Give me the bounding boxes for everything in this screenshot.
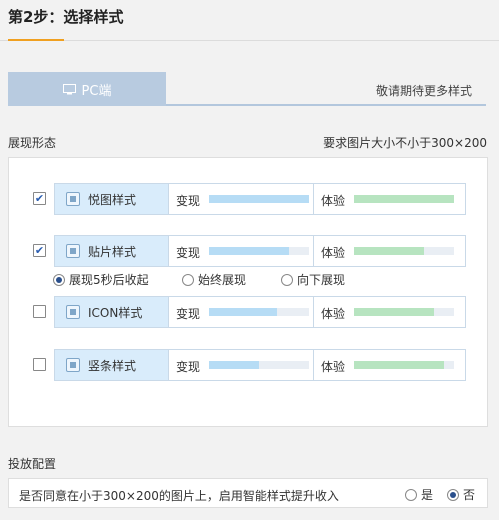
radio-always-show[interactable]: 始终展现 [182, 271, 246, 288]
bianxian-bar [209, 308, 309, 316]
style-card: ICON样式 变现 体验 [54, 296, 466, 328]
style-card: 贴片样式 变现 体验 [54, 235, 466, 267]
style-name-cell: ICON样式 [55, 297, 169, 327]
tiyan-label: 体验 [321, 194, 346, 208]
platform-tabs: PC端 敬请期待更多样式 [8, 72, 486, 106]
tiyan-label: 体验 [321, 246, 346, 260]
deploy-section-label: 投放配置 [8, 457, 57, 471]
radio-collapse-after-5s[interactable]: 展现5秒后收起 [53, 271, 149, 288]
style-checkbox[interactable] [33, 305, 46, 318]
tiyan-bar [354, 247, 454, 255]
tab-more-styles: 敬请期待更多样式 [375, 84, 472, 98]
step-accent-underline [8, 39, 64, 41]
style-row-icon: ICON样式 变现 体验 [9, 296, 489, 328]
radio-label: 否 [463, 488, 476, 502]
tiyan-label: 体验 [321, 360, 346, 374]
style-checkbox[interactable]: ✔ [33, 192, 46, 205]
metric-divider [313, 184, 314, 214]
smart-style-question: 是否同意在小于300×200的图片上，启用智能样式提升收入 [19, 489, 339, 503]
bianxian-label: 变现 [176, 307, 201, 321]
style-row-shutiao: 竖条样式 变现 体验 [9, 349, 489, 381]
style-name: 贴片样式 [88, 244, 137, 259]
radio-dot [53, 273, 65, 286]
radio-no[interactable]: 否 [447, 486, 475, 503]
style-checkbox[interactable]: ✔ [33, 244, 46, 257]
radio-label: 始终展现 [198, 273, 247, 287]
style-row-yuetu: ✔ 悦图样式 变现 体验 [9, 183, 489, 215]
radio-show-downward[interactable]: 向下展现 [281, 271, 345, 288]
tab-pc-label: PC端 [81, 83, 112, 99]
radio-dot [447, 488, 459, 501]
tiyan-label: 体验 [321, 307, 346, 321]
style-card: 竖条样式 变现 体验 [54, 349, 466, 381]
radio-label: 展现5秒后收起 [69, 273, 149, 287]
radio-dot [405, 488, 417, 501]
tab-pc[interactable]: PC端 [8, 72, 166, 106]
style-name-cell: 贴片样式 [55, 236, 169, 266]
bianxian-bar [209, 247, 309, 255]
image-icon [66, 244, 80, 258]
tiyan-bar [354, 308, 454, 316]
step-title: 第2步：选择样式 [8, 8, 124, 26]
radio-label: 是 [421, 488, 434, 502]
bianxian-label: 变现 [176, 246, 201, 260]
metric-divider [313, 350, 314, 380]
tiyan-bar [354, 361, 454, 369]
display-section-label: 展现形态 [8, 136, 57, 150]
picture-frame-icon [66, 192, 80, 206]
window-icon [66, 305, 80, 319]
style-panel: ✔ 悦图样式 变现 体验 ✔ 贴片样式 变现 体验 ICON样式 变现 体验 竖… [8, 157, 488, 427]
style-name: ICON样式 [88, 305, 143, 320]
style-card: 悦图样式 变现 体验 [54, 183, 466, 215]
metric-divider [313, 297, 314, 327]
style-name: 悦图样式 [88, 192, 137, 207]
tiyan-bar [354, 195, 454, 203]
vertical-bar-icon [66, 358, 80, 372]
bianxian-label: 变现 [176, 194, 201, 208]
radio-dot [281, 273, 293, 286]
step-divider [0, 40, 499, 41]
bianxian-label: 变现 [176, 360, 201, 374]
style-name-cell: 悦图样式 [55, 184, 169, 214]
deploy-config-box: 是否同意在小于300×200的图片上，启用智能样式提升收入 是 否 [8, 478, 488, 508]
style-name-cell: 竖条样式 [55, 350, 169, 380]
radio-dot [182, 273, 194, 286]
radio-yes[interactable]: 是 [405, 486, 433, 503]
monitor-icon [62, 83, 76, 94]
bianxian-bar [209, 361, 309, 369]
metric-divider [313, 236, 314, 266]
style-checkbox[interactable] [33, 358, 46, 371]
radio-label: 向下展现 [297, 273, 346, 287]
style-row-tiepian: ✔ 贴片样式 变现 体验 [9, 235, 489, 267]
image-size-note: 要求图片大小不小于300×200 [323, 136, 487, 150]
bianxian-bar [209, 195, 309, 203]
style-name: 竖条样式 [88, 358, 137, 373]
